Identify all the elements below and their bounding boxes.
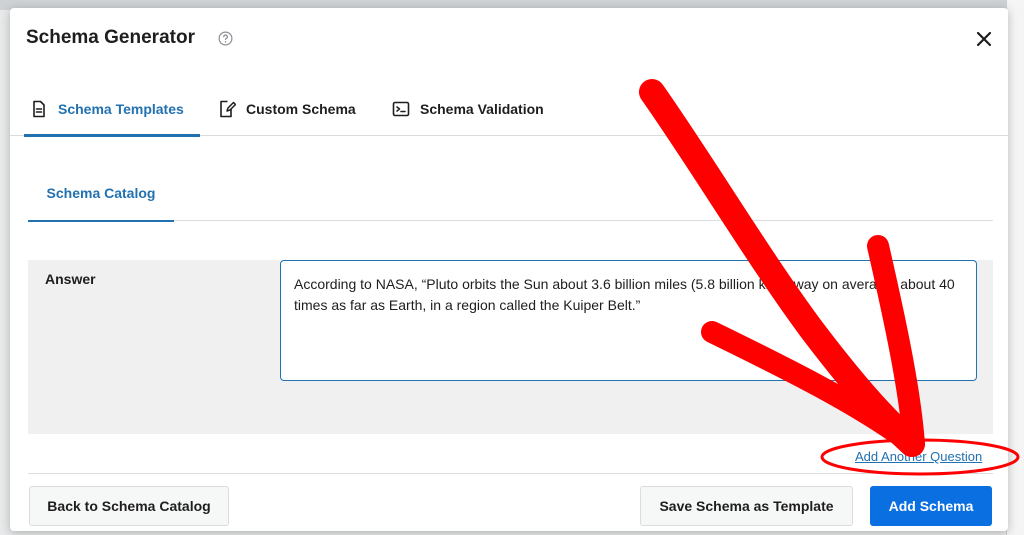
document-icon: [33, 100, 45, 118]
footer-divider: [28, 473, 993, 474]
schema-generator-modal: Schema Generator Schema Templates Custom…: [10, 8, 1008, 531]
tab-schema-templates[interactable]: Schema Templates: [24, 82, 200, 137]
question-circle-icon[interactable]: [218, 31, 233, 46]
add-another-question-link[interactable]: Add Another Question: [855, 449, 982, 464]
tab-custom-schema[interactable]: Custom Schema: [218, 82, 368, 136]
tab-label: Schema Templates: [58, 101, 184, 117]
tab-label: Custom Schema: [246, 101, 356, 117]
subtab-bar: Schema Catalog: [28, 164, 993, 222]
tab-bar: Schema Templates Custom Schema Schema Va…: [10, 82, 1008, 137]
add-schema-button[interactable]: Add Schema: [870, 486, 992, 526]
answer-panel: Answer According to NASA, “Pluto orbits …: [28, 260, 993, 434]
answer-textarea[interactable]: According to NASA, “Pluto orbits the Sun…: [280, 260, 977, 381]
edit-document-icon: [220, 100, 236, 118]
tab-label: Schema Validation: [420, 101, 544, 117]
save-template-button[interactable]: Save Schema as Template: [640, 486, 853, 526]
terminal-icon: [392, 101, 410, 117]
tab-schema-validation[interactable]: Schema Validation: [392, 82, 552, 136]
close-icon[interactable]: [973, 28, 995, 50]
answer-label: Answer: [45, 271, 96, 287]
modal-title: Schema Generator: [26, 27, 195, 48]
back-to-catalog-button[interactable]: Back to Schema Catalog: [29, 486, 229, 526]
background-sidebar: [1006, 0, 1024, 535]
subtab-schema-catalog[interactable]: Schema Catalog: [28, 164, 174, 222]
